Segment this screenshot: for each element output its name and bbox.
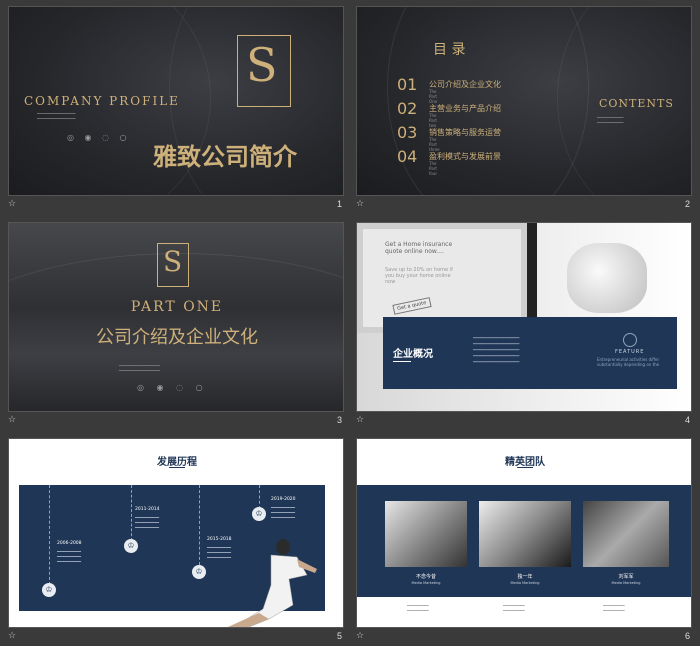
slide-thumb-4[interactable]: Get a Home insurance quote online now...… — [356, 222, 692, 426]
feature-label: FEATURE — [615, 349, 645, 355]
member-photo — [385, 501, 467, 567]
contents-text: ━━━━━━━━━━━ ━━━━━━━━━━━ — [597, 115, 624, 125]
toc-label: 公司介绍及企业文化 — [429, 80, 501, 89]
toc-label: 盈利模式与发展前景 — [429, 152, 501, 161]
intro-text: ━━━━━━━━━━━━━━━━ ━━━━━━━━━━━━━━━━ — [37, 111, 76, 121]
slide-number: 6 — [684, 631, 690, 641]
screen-text-1: Get a Home insurance quote online now...… — [385, 241, 453, 255]
trophy-icon: ♔ — [192, 565, 206, 579]
logo-frame: S — [157, 243, 189, 287]
contents-label: CONTENTS — [599, 97, 674, 110]
member-role: Media Marketing — [611, 581, 641, 585]
slide-star-icon: ☆ — [8, 631, 17, 641]
toc-number: 04 — [397, 147, 418, 166]
slide-star-icon: ☆ — [356, 415, 365, 425]
logo-frame: S — [237, 35, 291, 107]
member-role: Media Marketing — [510, 581, 540, 585]
title-underline — [393, 361, 411, 362]
toc-sub: The Part three — [429, 137, 440, 152]
social-icons: ◎ ◉ ◌ ○ — [67, 133, 131, 142]
slide-star-icon: ☆ — [8, 199, 17, 209]
slide-number: 4 — [684, 415, 690, 425]
slide-thumb-2[interactable]: 目 录 01 公司介绍及企业文化 The Part One 02 主营业务与产品… — [356, 6, 692, 210]
member-name: 独一年 — [517, 574, 533, 580]
toc-sub: The Part One — [429, 89, 438, 104]
timeline-panel: ♔ 2006-2008 ━━━━━━━━━━ ━━━━━━━━━━ ━━━━━━━━… — [19, 485, 325, 627]
slide-number: 3 — [336, 415, 342, 425]
slide-number: 1 — [336, 199, 342, 209]
milestone-text: ━━━━━━━━━━ ━━━━━━━━━━ ━━━━━━━━━━ — [271, 505, 296, 520]
screen-text-2: Save up to 20% on home if you buy your h… — [385, 267, 453, 285]
slide-2-canvas: 目 录 01 公司介绍及企业文化 The Part One 02 主营业务与产品… — [356, 6, 692, 196]
title-underline — [169, 467, 185, 468]
timeline-line — [199, 485, 201, 565]
member-photo — [479, 501, 571, 567]
slide-thumb-1[interactable]: S COMPANY PROFILE ━━━━━━━━━━━━━━━━ ━━━━━━… — [8, 6, 344, 210]
overview-panel: 企业概况 ━━━━━━━━━━━━━━━━━━━━━━ ━━━━━━━━━━━━━… — [383, 317, 677, 389]
slide-thumb-5[interactable]: 发展历程 ♔ 2006-2008 ━━━━━━━━━━ ━━━━━━━━━━ ━━━… — [8, 438, 344, 642]
team-title: 精英团队 — [505, 457, 545, 468]
cup-photo — [567, 243, 647, 313]
slide-6-canvas: 精英团队 不念今昔 Media Marketing 独一年 Media Mark… — [356, 438, 692, 628]
runner-image — [227, 539, 317, 627]
milestone-text: ━━━━━━━━━━ ━━━━━━━━━━ ━━━━━━━━━━ — [135, 515, 160, 530]
timeline-line — [49, 485, 51, 585]
member-desc: ━━━━━━━━━ ━━━━━━━━━ — [407, 603, 429, 613]
toc-sub: The Part four — [429, 161, 438, 176]
milestone-year: 2019-2020 — [271, 497, 296, 502]
overview-body: ━━━━━━━━━━━━━━━━━━━━━━ ━━━━━━━━━━━━━━━━━━… — [473, 336, 520, 364]
slide-5-canvas: 发展历程 ♔ 2006-2008 ━━━━━━━━━━ ━━━━━━━━━━ ━━━… — [8, 438, 344, 628]
slide-thumb-6[interactable]: 精英团队 不念今昔 Media Marketing 独一年 Media Mark… — [356, 438, 692, 642]
milestone-year: 2011-2014 — [135, 507, 160, 512]
member-name: 刘军军 — [618, 574, 634, 580]
feature-sub: Entrepreneurial activities differ substa… — [597, 357, 660, 367]
member-photo — [583, 501, 669, 567]
logo-letter: S — [246, 38, 278, 92]
toc-sub: The Part two — [429, 113, 437, 128]
toc-number: 02 — [397, 99, 418, 118]
team-panel: 不念今昔 Media Marketing 独一年 Media Marketing… — [357, 485, 691, 597]
slide-thumb-3[interactable]: S PART ONE 公司介绍及企业文化 ━━━━━━━━━━━━━━━━━ ━━… — [8, 222, 344, 426]
timeline-line — [131, 485, 133, 541]
slide-3-canvas: S PART ONE 公司介绍及企业文化 ━━━━━━━━━━━━━━━━━ ━━… — [8, 222, 344, 412]
social-icons: ◎ ◉ ◌ ○ — [137, 383, 208, 392]
toc-number: 01 — [397, 75, 418, 94]
section-title: 公司介绍及企业文化 — [96, 327, 258, 348]
toc-heading: 目 录 — [433, 42, 466, 58]
feature-icon — [623, 333, 637, 347]
member-name: 不念今昔 — [415, 574, 436, 580]
slide-star-icon: ☆ — [356, 631, 365, 641]
slide-4-canvas: Get a Home insurance quote online now...… — [356, 222, 692, 412]
slide-title: 雅致公司简介 — [153, 142, 297, 171]
company-profile-label: COMPANY PROFILE — [24, 94, 180, 108]
part-label: PART ONE — [130, 299, 224, 315]
member-desc: ━━━━━━━━━ ━━━━━━━━━ — [603, 603, 625, 613]
toc-label: 主营业务与产品介绍 — [429, 104, 501, 113]
milestone-text: ━━━━━━━━━━ ━━━━━━━━━━ ━━━━━━━━━━ — [57, 549, 82, 564]
slide-star-icon: ☆ — [356, 199, 365, 209]
trophy-icon: ♔ — [124, 539, 138, 553]
trophy-icon: ♔ — [42, 583, 56, 597]
slide-number: 5 — [336, 631, 342, 641]
timeline-title: 发展历程 — [157, 457, 197, 468]
intro-text: ━━━━━━━━━━━━━━━━━ ━━━━━━━━━━━━━━━━━ — [119, 363, 160, 373]
screen-button: Get a quote — [392, 297, 432, 315]
member-desc: ━━━━━━━━━ ━━━━━━━━━ — [503, 603, 525, 613]
member-role: Media Marketing — [411, 581, 441, 585]
slide-1-canvas: S COMPANY PROFILE ━━━━━━━━━━━━━━━━ ━━━━━━… — [8, 6, 344, 196]
milestone-year: 2006-2008 — [57, 541, 82, 546]
overview-title: 企业概况 — [393, 349, 433, 360]
title-underline — [517, 467, 533, 468]
slide-star-icon: ☆ — [8, 415, 17, 425]
trophy-icon: ♔ — [252, 507, 266, 521]
timeline-line — [259, 485, 261, 509]
toc-label: 销售策略与服务运营 — [429, 128, 501, 137]
toc-number: 03 — [397, 123, 418, 142]
slide-number: 2 — [684, 199, 690, 209]
logo-letter: S — [163, 245, 183, 278]
